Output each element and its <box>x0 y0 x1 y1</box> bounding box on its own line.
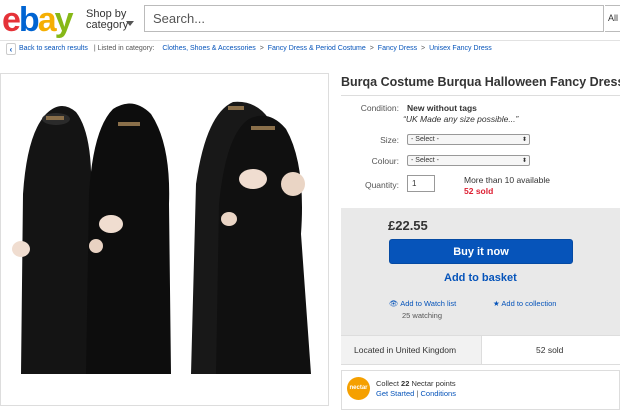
collection-label: Add to collection <box>501 299 557 308</box>
nectar-panel: nectar Collect 22 Nectar points Get Star… <box>341 370 620 410</box>
eye-icon: 👁 <box>389 299 399 308</box>
back-arrow-icon[interactable]: ‹ <box>6 43 16 55</box>
get-started-link[interactable]: Get Started <box>376 389 414 398</box>
link-separator: | <box>416 389 419 398</box>
divider <box>341 95 620 96</box>
condition-note-text: UK Made any size possible... <box>405 114 516 124</box>
quantity-label: Quantity: <box>364 180 399 190</box>
logo-letter-a: a <box>37 1 57 39</box>
breadcrumb: ‹ Back to search results | Listed in cate… <box>6 43 492 57</box>
logo-letter-e: e <box>2 1 21 39</box>
add-to-collection-link[interactable]: ★ Add to collection <box>493 299 556 308</box>
select-arrows-icon: ⬍ <box>521 158 527 164</box>
product-image-panel[interactable] <box>0 73 329 406</box>
colour-select[interactable]: - Select - ⬍ <box>407 155 530 166</box>
size-selected: - Select - <box>411 136 440 143</box>
breadcrumb-item-fancy-dress-period[interactable]: Fancy Dress & Period Costume <box>268 45 366 52</box>
search-box[interactable] <box>144 5 604 32</box>
watch-list-label: Add to Watch list <box>400 299 457 308</box>
breadcrumb-item-fancy-dress[interactable]: Fancy Dress <box>378 45 417 52</box>
watching-count: 25 watching <box>402 311 443 320</box>
breadcrumb-separator: > <box>259 45 264 52</box>
colour-label: Colour: <box>371 156 399 166</box>
conditions-link[interactable]: Conditions <box>421 389 456 398</box>
search-input[interactable] <box>145 6 603 31</box>
nectar-points-value: 22 <box>401 379 410 388</box>
buy-it-now-button[interactable]: Buy it now <box>389 239 573 264</box>
breadcrumb-separator: > <box>421 45 426 52</box>
chevron-down-icon <box>126 21 134 26</box>
listing-title: Burqa Costume Burqua Halloween Fancy Dre… <box>341 75 620 89</box>
nectar-prefix: Collect <box>376 379 399 388</box>
nectar-links: Get Started | Conditions <box>376 389 456 398</box>
product-photo <box>1 74 328 405</box>
add-to-watch-list-link[interactable]: 👁 Add to Watch list <box>389 299 456 308</box>
colour-selected: - Select - <box>411 157 440 164</box>
quantity-input[interactable]: 1 <box>407 175 435 192</box>
logo-letter-y: y <box>54 1 74 39</box>
location-text: Located in United Kingdom <box>354 345 457 355</box>
condition-note: “UK Made any size possible...” <box>403 114 519 124</box>
select-arrows-icon: ⬍ <box>521 137 527 143</box>
add-to-basket-button[interactable]: Add to basket <box>444 272 517 284</box>
back-to-search-link[interactable]: Back to search results <box>19 45 88 52</box>
all-categories-select[interactable]: All C <box>605 5 620 32</box>
breadcrumb-item-unisex[interactable]: Unisex Fancy Dress <box>429 45 492 52</box>
sold-count-link[interactable]: 52 sold <box>464 186 493 196</box>
condition-label: Condition: <box>360 103 399 113</box>
shop-by-line2: category <box>86 19 129 31</box>
size-label: Size: <box>380 135 399 145</box>
availability-text: More than 10 available <box>464 175 551 185</box>
star-icon: ★ <box>493 299 500 308</box>
sold-total: 52 sold <box>536 345 564 355</box>
nectar-suffix: Nectar points <box>411 379 456 388</box>
shop-by-category-button[interactable]: Shop by category <box>86 9 134 31</box>
ebay-logo[interactable]: ebay <box>2 0 74 40</box>
nectar-points-text: Collect 22 Nectar points <box>376 379 456 388</box>
breadcrumb-item-clothes[interactable]: Clothes, Shoes & Accessories <box>162 45 255 52</box>
breadcrumb-separator: > <box>369 45 374 52</box>
size-select[interactable]: - Select - ⬍ <box>407 134 530 145</box>
logo-letter-b: b <box>18 1 40 39</box>
listed-in-label: | Listed in category: <box>93 45 155 52</box>
location-row: Located in United Kingdom 52 sold <box>341 335 620 365</box>
condition-value: New without tags <box>407 103 477 113</box>
price: £22.55 <box>388 218 428 233</box>
nectar-logo: nectar <box>347 377 370 400</box>
